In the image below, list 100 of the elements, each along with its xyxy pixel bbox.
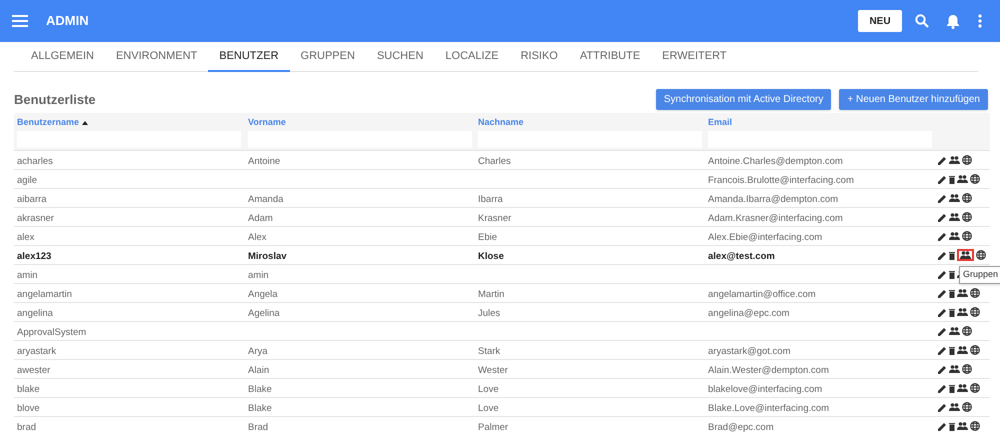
globe-icon[interactable] bbox=[962, 326, 972, 336]
people-icon[interactable] bbox=[957, 308, 968, 316]
table-cell: Antoine.Charles@dempton.com bbox=[708, 156, 843, 167]
table-cell: amin bbox=[248, 270, 269, 281]
tab[interactable]: RISIKO bbox=[510, 42, 569, 72]
globe-icon[interactable] bbox=[970, 307, 980, 317]
people-icon[interactable] bbox=[949, 213, 960, 221]
globe-icon[interactable] bbox=[962, 193, 972, 203]
globe-icon[interactable] bbox=[962, 364, 972, 374]
tab[interactable]: BENUTZER bbox=[208, 42, 290, 72]
table-cell: blove bbox=[17, 403, 40, 414]
table-cell: Alex bbox=[248, 232, 266, 243]
people-icon[interactable] bbox=[949, 232, 960, 240]
globe-icon[interactable] bbox=[976, 250, 986, 260]
table-cell: Francois.Brulotte@interfacing.com bbox=[708, 175, 854, 186]
pencil-icon[interactable] bbox=[938, 270, 947, 278]
people-icon[interactable] bbox=[949, 327, 960, 335]
tab[interactable]: GRUPPEN bbox=[290, 42, 366, 72]
tooltip: Gruppen bbox=[958, 266, 1000, 284]
column-header[interactable]: Nachname bbox=[478, 116, 524, 130]
globe-icon[interactable] bbox=[962, 155, 972, 165]
more-options-icon[interactable] bbox=[978, 14, 982, 28]
globe-icon[interactable] bbox=[970, 383, 980, 393]
trash-icon[interactable] bbox=[949, 270, 955, 278]
pencil-icon[interactable] bbox=[938, 232, 947, 240]
table-cell: Alain bbox=[248, 365, 270, 376]
people-icon[interactable] bbox=[957, 289, 968, 297]
table-cell: Palmer bbox=[478, 422, 508, 433]
trash-icon[interactable] bbox=[949, 422, 955, 430]
table-cell: Brad@epc.com bbox=[708, 422, 774, 433]
column-header[interactable]: Benutzername bbox=[17, 116, 80, 130]
trash-icon[interactable] bbox=[949, 288, 955, 298]
globe-icon[interactable] bbox=[970, 421, 980, 431]
tab[interactable]: ERWEITERT bbox=[651, 42, 738, 72]
globe-icon[interactable] bbox=[970, 174, 980, 184]
search-icon[interactable] bbox=[915, 14, 929, 28]
pencil-icon[interactable] bbox=[938, 384, 947, 392]
pencil-icon[interactable] bbox=[938, 308, 947, 316]
table-cell: Arya bbox=[248, 346, 268, 357]
table-cell: blake bbox=[17, 384, 40, 395]
globe-icon[interactable] bbox=[962, 231, 972, 241]
table-cell: ApprovalSystem bbox=[17, 327, 86, 338]
trash-icon[interactable] bbox=[949, 308, 955, 316]
bell-icon[interactable] bbox=[946, 14, 960, 28]
table-cell: Charles bbox=[478, 156, 511, 167]
table-cell: angelamartin bbox=[17, 289, 72, 300]
pencil-icon[interactable] bbox=[938, 326, 947, 336]
table-cell: awester bbox=[17, 365, 50, 376]
pencil-icon[interactable] bbox=[938, 250, 947, 260]
pencil-icon[interactable] bbox=[938, 194, 947, 202]
table-cell: Amanda.Ibarra@dempton.com bbox=[708, 194, 838, 205]
pencil-icon[interactable] bbox=[938, 364, 947, 374]
tab[interactable]: ENVIRONMENT bbox=[104, 42, 208, 72]
column-header[interactable]: Vorname bbox=[248, 116, 286, 130]
people-icon[interactable] bbox=[949, 194, 960, 202]
pencil-icon[interactable] bbox=[938, 288, 947, 298]
people-icon[interactable] bbox=[949, 365, 960, 373]
globe-icon[interactable] bbox=[970, 345, 980, 355]
pencil-icon[interactable] bbox=[938, 422, 947, 430]
new-button[interactable]: NEU bbox=[858, 10, 902, 32]
pencil-icon[interactable] bbox=[938, 156, 947, 164]
table-cell: Adam.Krasner@interfacing.com bbox=[708, 213, 843, 224]
tab[interactable]: ATTRIBUTE bbox=[568, 42, 652, 72]
pencil-icon[interactable] bbox=[938, 346, 947, 354]
column-header[interactable]: Email bbox=[708, 116, 732, 130]
table-cell: Blake bbox=[248, 384, 272, 395]
globe-icon[interactable] bbox=[962, 212, 972, 222]
table-cell: Alain.Wester@dempton.com bbox=[708, 365, 829, 376]
trash-icon[interactable] bbox=[949, 250, 955, 260]
pencil-icon[interactable] bbox=[938, 402, 947, 412]
action-button[interactable]: Synchronisation mit Active Directory bbox=[656, 89, 832, 110]
table-cell: Ebie bbox=[478, 232, 498, 243]
table-cell: angelina@epc.com bbox=[708, 308, 790, 319]
people-icon[interactable] bbox=[949, 156, 960, 164]
people-icon[interactable] bbox=[960, 251, 971, 259]
trash-icon[interactable] bbox=[949, 346, 955, 354]
people-icon[interactable] bbox=[957, 384, 968, 392]
globe-icon[interactable] bbox=[962, 402, 972, 412]
people-icon[interactable] bbox=[949, 403, 960, 411]
table-cell: angelina bbox=[17, 308, 53, 319]
pencil-icon[interactable] bbox=[938, 174, 947, 184]
table-cell: blakelove@interfacing.com bbox=[708, 384, 822, 395]
table-cell: Amanda bbox=[248, 194, 284, 205]
tab[interactable]: LOCALIZE bbox=[434, 42, 510, 72]
tab[interactable]: ALLGEMEIN bbox=[20, 42, 105, 72]
people-icon[interactable] bbox=[957, 346, 968, 354]
tab[interactable]: SUCHEN bbox=[366, 42, 434, 72]
table-cell: Antoine bbox=[248, 156, 280, 167]
pencil-icon[interactable] bbox=[938, 212, 947, 222]
trash-icon[interactable] bbox=[949, 384, 955, 392]
action-button[interactable]: + Neuen Benutzer hinzufügen bbox=[839, 89, 988, 110]
people-icon[interactable] bbox=[957, 175, 968, 183]
table-cell: Angela bbox=[248, 289, 278, 300]
menu-icon[interactable] bbox=[12, 15, 28, 27]
sort-up-icon[interactable] bbox=[82, 121, 88, 125]
trash-icon[interactable] bbox=[949, 174, 955, 184]
globe-icon[interactable] bbox=[970, 288, 980, 298]
people-icon[interactable] bbox=[957, 422, 968, 430]
section-title: Benutzerliste bbox=[14, 90, 96, 109]
table-cell: Agelina bbox=[248, 308, 280, 319]
